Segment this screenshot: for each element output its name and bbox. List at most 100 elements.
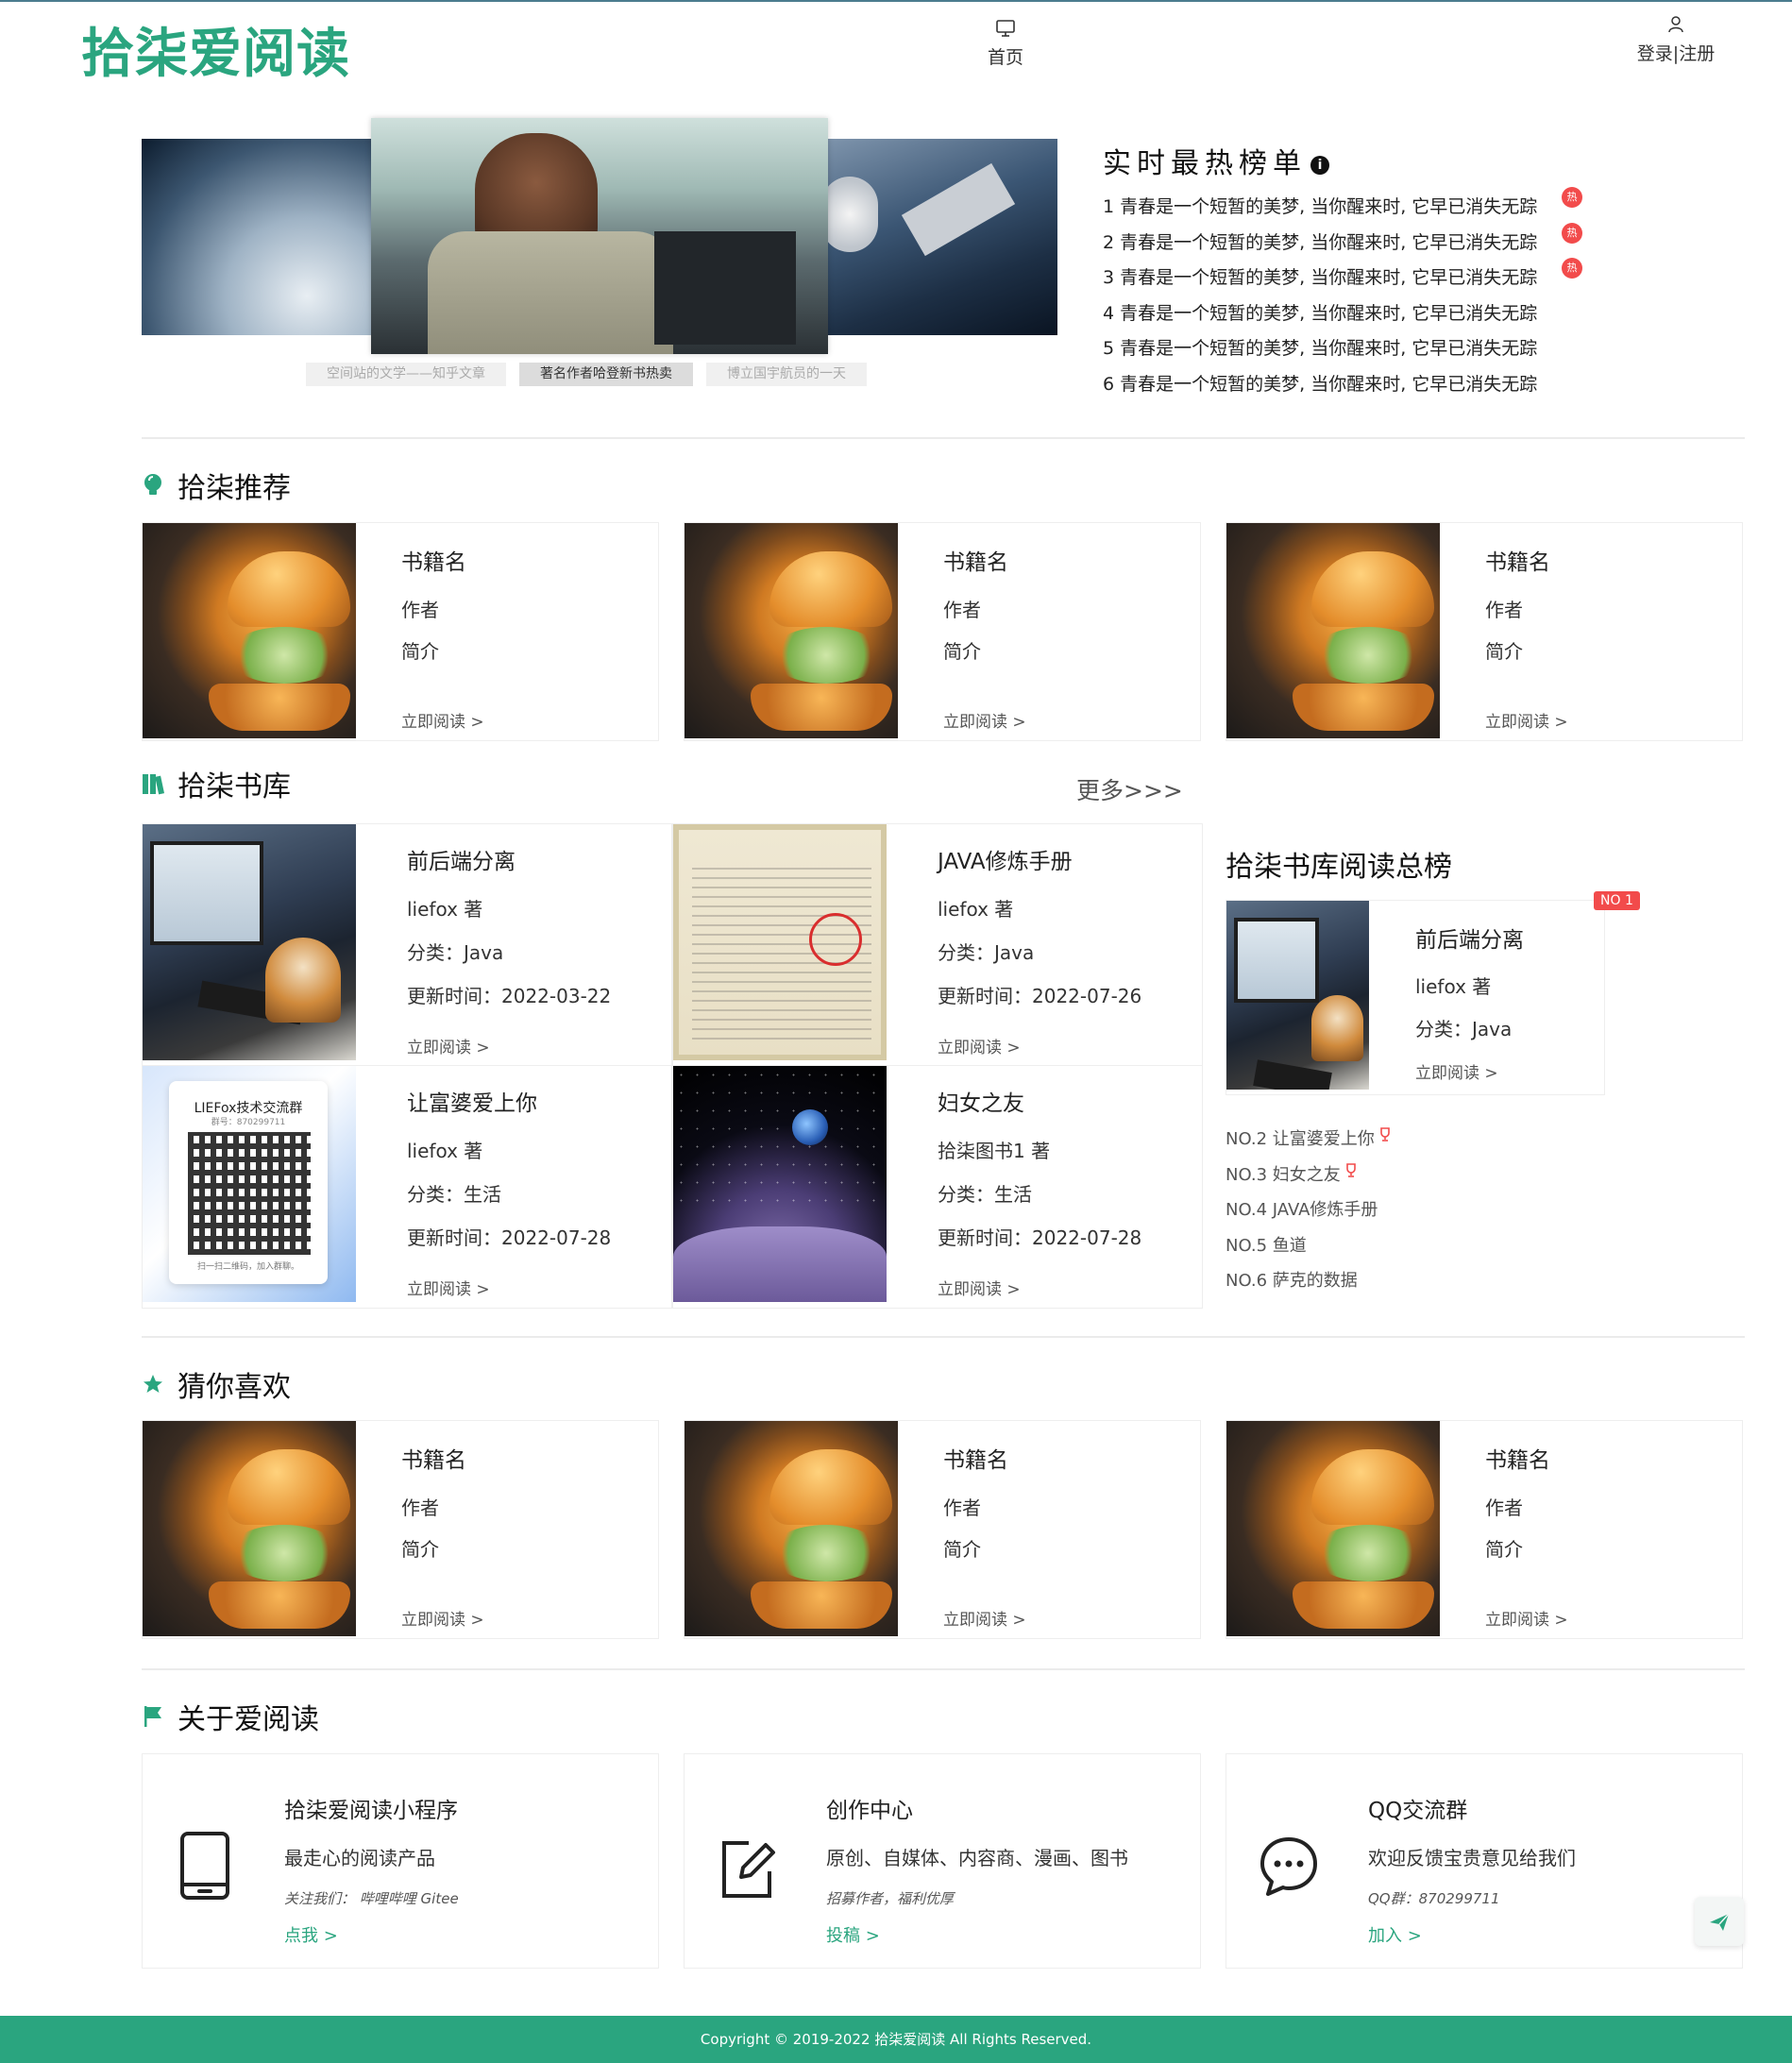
read-now-link[interactable]: 立即阅读 >	[943, 1606, 1026, 1630]
about-card-creation-center[interactable]: 创作中心 原创、自媒体、内容商、漫画、图书 招募作者，福利优厚 投稿 >	[684, 1753, 1201, 1969]
book-name[interactable]: 书籍名	[943, 544, 1008, 576]
book-cover-moon[interactable]	[673, 1066, 887, 1302]
carousel-tab-2[interactable]: 著名作者哈登新书热卖	[519, 363, 693, 386]
about-card-title: 创作中心	[826, 1799, 913, 1823]
nav-login[interactable]: 登录|注册	[1624, 15, 1728, 65]
carousel-slide-author[interactable]	[371, 118, 828, 354]
read-now-link[interactable]: 立即阅读 >	[1485, 708, 1568, 732]
book-cover-burger[interactable]	[1226, 1421, 1440, 1636]
hot-list-item[interactable]: 4 青春是一个短暂的美梦, 当你醒来时, 它早已消失无踪	[1103, 299, 1537, 335]
hot-list-item[interactable]: 1 青春是一个短暂的美梦, 当你醒来时, 它早已消失无踪 热	[1103, 187, 1582, 228]
book-name[interactable]: JAVA修炼手册	[938, 843, 1073, 875]
info-icon[interactable]: i	[1310, 155, 1329, 175]
hot-list-item[interactable]: 3 青春是一个短暂的美梦, 当你醒来时, 它早已消失无踪 热	[1103, 258, 1582, 299]
carousel-slide-astronaut[interactable]	[821, 139, 1057, 335]
submit-link[interactable]: 投稿 >	[826, 1922, 880, 1947]
ranking-item-text: NO.4 JAVA修炼手册	[1226, 1200, 1378, 1220]
book-name[interactable]: 妇女之友	[938, 1085, 1024, 1117]
recommend-card[interactable]: 书籍名 作者 简介 立即阅读 >	[1226, 522, 1743, 741]
read-now-link[interactable]: 立即阅读 >	[1485, 1606, 1568, 1630]
book-name[interactable]: 书籍名	[1485, 544, 1550, 576]
click-me-link[interactable]: 点我 >	[284, 1922, 338, 1947]
chat-bubble-icon	[1260, 1837, 1317, 1896]
hot-list-item-text: 1 青春是一个短暂的美梦, 当你醒来时, 它早已消失无踪	[1103, 196, 1538, 217]
read-now-link[interactable]: 立即阅读 >	[407, 1034, 490, 1057]
carousel-tab-1[interactable]: 空间站的文学——知乎文章	[306, 363, 506, 386]
guess-card[interactable]: 书籍名 作者 简介 立即阅读 >	[142, 1420, 659, 1639]
library-more-link[interactable]: 更多>>>	[1076, 772, 1183, 806]
banner-carousel[interactable]: 空间站的文学——知乎文章 著名作者哈登新书热卖 博立国宇航员的一天	[142, 118, 1057, 392]
rank-no1-badge: NO 1	[1594, 891, 1640, 910]
guess-card[interactable]: 书籍名 作者 简介 立即阅读 >	[684, 1420, 1201, 1639]
hot-list-item-text: 6 青春是一个短暂的美梦, 当你醒来时, 它早已消失无踪	[1103, 373, 1538, 395]
star-icon	[144, 1375, 162, 1393]
about-title-text: 关于爱阅读	[178, 1703, 319, 1736]
book-name[interactable]: 让富婆爱上你	[407, 1085, 537, 1117]
library-book-card[interactable]: 前后端分离 liefox 著 分类：Java 更新时间：2022-03-22 立…	[142, 823, 672, 1067]
book-author: 作者	[1485, 599, 1523, 621]
guess-section-title: 猜你喜欢	[142, 1363, 291, 1405]
book-author: 作者	[1485, 1497, 1523, 1519]
hot-list-item[interactable]: 2 青春是一个短暂的美梦, 当你醒来时, 它早已消失无踪 热	[1103, 222, 1582, 264]
nav-home[interactable]: 首页	[954, 19, 1057, 69]
ranking-item[interactable]: NO.6 萨克的数据	[1226, 1267, 1392, 1303]
book-name[interactable]: 前后端分离	[1415, 922, 1524, 954]
read-now-link[interactable]: 立即阅读 >	[1415, 1059, 1498, 1083]
ranking-item[interactable]: NO.3 妇女之友	[1226, 1161, 1392, 1197]
read-now-link[interactable]: 立即阅读 >	[401, 708, 484, 732]
carousel-slide-earth[interactable]	[142, 139, 378, 335]
book-name[interactable]: 书籍名	[943, 1442, 1008, 1474]
about-card-miniprogram[interactable]: 拾柒爱阅读小程序 最走心的阅读产品 关注我们： 哔哩哔哩 Gitee 点我 >	[142, 1753, 659, 1969]
join-link[interactable]: 加入 >	[1368, 1922, 1422, 1947]
about-card-sub[interactable]: 关注我们： 哔哩哔哩 Gitee	[284, 1888, 459, 1908]
book-name[interactable]: 书籍名	[1485, 1442, 1550, 1474]
book-intro: 简介	[401, 1538, 439, 1561]
library-book-card[interactable]: 妇女之友 拾柒图书1 著 分类：生活 更新时间：2022-07-28 立即阅读 …	[672, 1065, 1203, 1309]
top-accent-line	[0, 0, 1792, 2]
book-name[interactable]: 前后端分离	[407, 843, 516, 875]
book-updated: 更新时间：2022-07-26	[938, 985, 1142, 1007]
carousel-tab-3[interactable]: 博立国宇航员的一天	[706, 363, 867, 386]
hot-list-item[interactable]: 5 青春是一个短暂的美梦, 当你醒来时, 它早已消失无踪	[1103, 334, 1537, 370]
book-cover-qq-group[interactable]: LIEFox技术交流群 群号：870299711 扫一扫二维码，加入群聊。	[143, 1066, 356, 1302]
book-updated: 更新时间：2022-07-28	[938, 1226, 1142, 1249]
read-now-link[interactable]: 立即阅读 >	[938, 1276, 1021, 1299]
floating-feedback-button[interactable]	[1695, 1897, 1744, 1946]
library-book-card[interactable]: JAVA修炼手册 liefox 著 分类：Java 更新时间：2022-07-2…	[672, 823, 1203, 1067]
recommend-section-title: 拾柒推荐	[142, 465, 291, 506]
about-card-qq-group[interactable]: QQ交流群 欢迎反馈宝贵意见给我们 QQ群：870299711 加入 >	[1226, 1753, 1743, 1969]
book-cover-desk-dog[interactable]	[143, 824, 356, 1060]
read-now-link[interactable]: 立即阅读 >	[401, 1606, 484, 1630]
book-cover-burger[interactable]	[685, 523, 898, 738]
qq-group-image-number: 群号：870299711	[211, 1118, 286, 1127]
about-card-desc: 欢迎反馈宝贵意见给我们	[1368, 1847, 1576, 1869]
hot-list-item[interactable]: 6 青春是一个短暂的美梦, 当你醒来时, 它早已消失无踪	[1103, 370, 1537, 406]
book-name[interactable]: 书籍名	[401, 1442, 466, 1474]
ranking-item[interactable]: NO.4 JAVA修炼手册	[1226, 1196, 1392, 1232]
book-updated: 更新时间：2022-03-22	[407, 985, 612, 1007]
ranking-top-card[interactable]: 前后端分离 liefox 著 分类：Java 立即阅读 >	[1226, 900, 1605, 1095]
book-cover-burger[interactable]	[143, 523, 356, 738]
ranking-item[interactable]: NO.2 让富婆爱上你	[1226, 1125, 1392, 1161]
ranking-item-text: NO.3 妇女之友	[1226, 1164, 1341, 1185]
recommend-card[interactable]: 书籍名 作者 简介 立即阅读 >	[684, 522, 1201, 741]
book-cover-burger[interactable]	[685, 1421, 898, 1636]
library-book-card[interactable]: LIEFox技术交流群 群号：870299711 扫一扫二维码，加入群聊。 让富…	[142, 1065, 672, 1309]
book-cover-burger[interactable]	[143, 1421, 356, 1636]
book-cover-certificate[interactable]	[673, 824, 887, 1060]
hot-list: 1 青春是一个短暂的美梦, 当你醒来时, 它早已消失无踪热 2 青春是一个短暂的…	[1103, 187, 1582, 406]
site-logo[interactable]: 拾柒爱阅读	[81, 11, 350, 88]
ranking-item[interactable]: NO.5 鱼道	[1226, 1232, 1392, 1268]
hot-list-title-text: 实时最热榜单	[1103, 147, 1307, 180]
book-author: liefox 著	[1415, 975, 1492, 998]
recommend-card[interactable]: 书籍名 作者 简介 立即阅读 >	[142, 522, 659, 741]
read-now-link[interactable]: 立即阅读 >	[943, 708, 1026, 732]
book-author: 作者	[943, 599, 981, 621]
guess-card[interactable]: 书籍名 作者 简介 立即阅读 >	[1226, 1420, 1743, 1639]
book-cover-burger[interactable]	[1226, 523, 1440, 738]
book-cover-desk-dog[interactable]	[1226, 901, 1369, 1090]
hot-list-item-text: 2 青春是一个短暂的美梦, 当你醒来时, 它早已消失无踪	[1103, 231, 1538, 253]
read-now-link[interactable]: 立即阅读 >	[407, 1276, 490, 1299]
book-name[interactable]: 书籍名	[401, 544, 466, 576]
read-now-link[interactable]: 立即阅读 >	[938, 1034, 1021, 1057]
